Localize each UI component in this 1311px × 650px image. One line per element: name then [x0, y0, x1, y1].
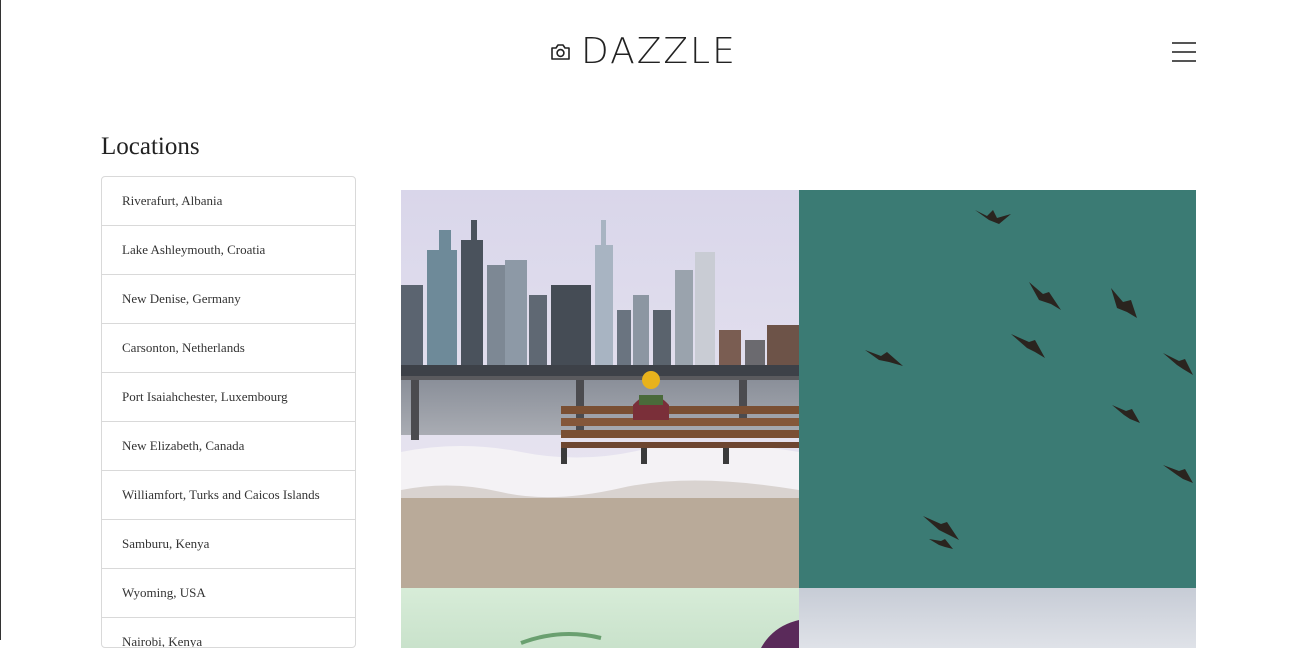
green-photo[interactable]: [401, 588, 799, 648]
city-skyline-bench-photo[interactable]: [401, 190, 799, 588]
site-header: DAZZLE: [0, 0, 1311, 100]
birds-flying-photo[interactable]: [799, 190, 1196, 588]
location-item[interactable]: Williamfort, Turks and Caicos Islands: [102, 471, 355, 520]
locations-title: Locations: [101, 133, 200, 160]
sky-photo[interactable]: [799, 588, 1196, 648]
photo-gallery: [401, 190, 1196, 650]
location-item[interactable]: Lake Ashleymouth, Croatia: [102, 226, 355, 275]
brand-logo[interactable]: DAZZLE: [550, 34, 737, 70]
location-item[interactable]: Samburu, Kenya: [102, 520, 355, 569]
location-item[interactable]: Wyoming, USA: [102, 569, 355, 618]
location-item[interactable]: Nairobi, Kenya: [102, 618, 355, 647]
locations-list: Riverafurt, Albania Lake Ashleymouth, Cr…: [101, 176, 356, 648]
location-item[interactable]: New Denise, Germany: [102, 275, 355, 324]
location-item[interactable]: Carsonton, Netherlands: [102, 324, 355, 373]
hamburger-menu-icon[interactable]: [1172, 42, 1196, 64]
location-item[interactable]: Riverafurt, Albania: [102, 177, 355, 226]
location-item[interactable]: Port Isaiahchester, Luxembourg: [102, 373, 355, 422]
camera-icon: [550, 43, 571, 61]
location-item[interactable]: New Elizabeth, Canada: [102, 422, 355, 471]
brand-name: DAZZLE: [581, 31, 737, 72]
